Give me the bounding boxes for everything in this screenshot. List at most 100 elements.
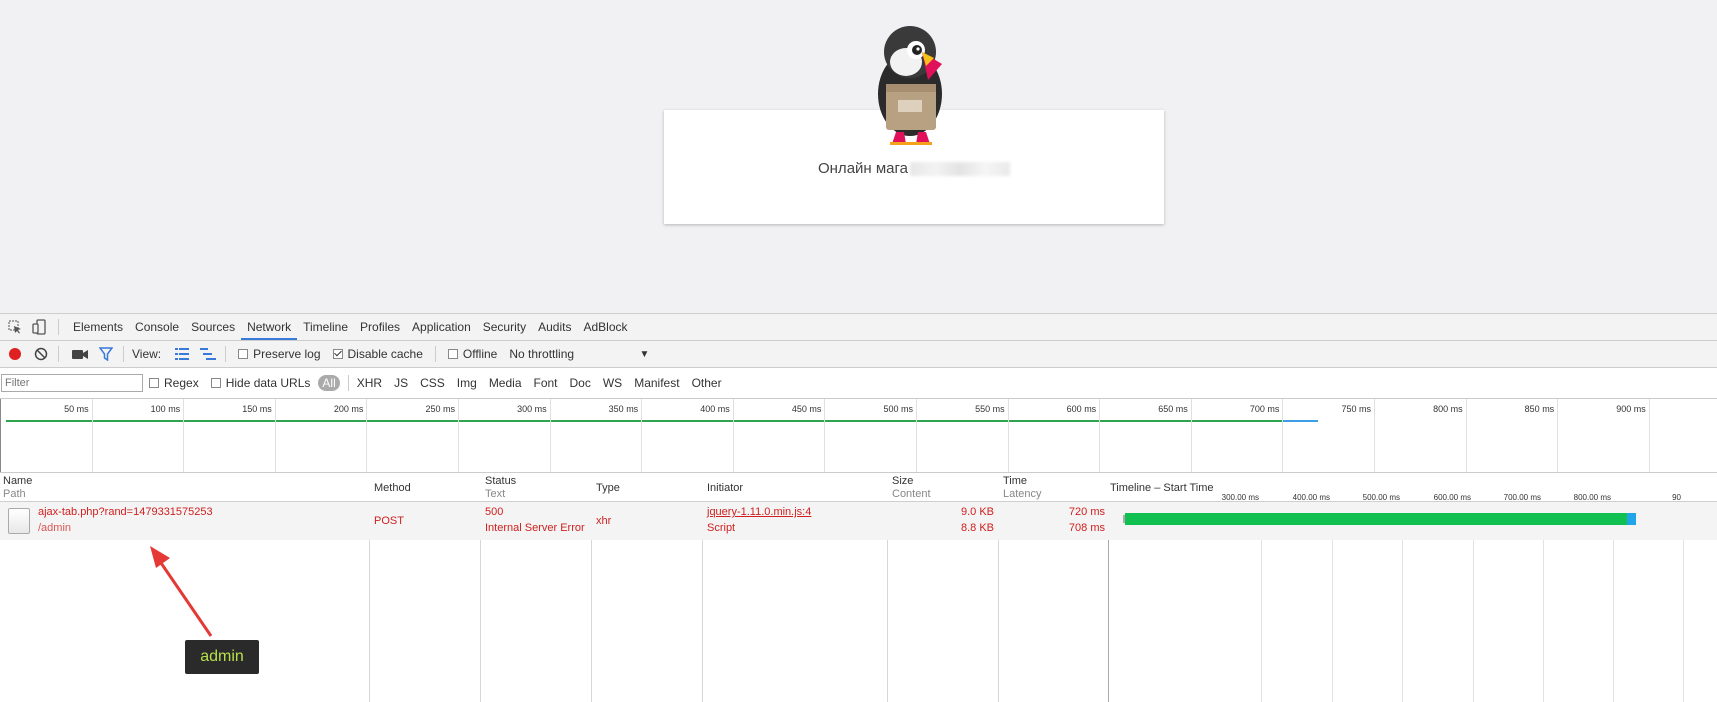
timeline-tick-label: 400.00 ms (1292, 493, 1330, 502)
tab-timeline[interactable]: Timeline (297, 314, 354, 340)
column-header-time[interactable]: Time Latency (1003, 475, 1042, 501)
type-filter-all[interactable]: All (318, 375, 340, 391)
hide-data-urls-checkbox[interactable]: Hide data URLs (210, 376, 311, 390)
tab-elements[interactable]: Elements (67, 314, 129, 340)
overview-tick-label: 650 ms (1158, 404, 1188, 414)
clear-button[interactable] (30, 343, 52, 365)
overview-tick-label: 200 ms (333, 404, 364, 414)
overview-gridline (1557, 399, 1559, 472)
request-initiator-link[interactable]: jquery-1.11.0.min.js:4 (707, 504, 811, 520)
preserve-log-label: Preserve log (253, 347, 321, 361)
overview-toggle[interactable] (197, 343, 219, 365)
tab-security[interactable]: Security (477, 314, 532, 340)
column-size-label: Size (892, 475, 914, 487)
overview-tick-label: 150 ms (242, 404, 272, 414)
network-overview[interactable]: 50 ms 100 ms 150 ms 200 ms 250 ms 300 ms 350 m… (0, 399, 1717, 473)
column-header-size[interactable]: Size Content (892, 475, 931, 501)
request-name[interactable]: ajax-tab.php?rand=1479331575253 (38, 504, 213, 520)
offline-check[interactable] (447, 349, 458, 359)
tab-sources[interactable]: Sources (185, 314, 241, 340)
regex-checkbox[interactable]: Regex (149, 376, 199, 390)
tab-console[interactable]: Console (129, 314, 185, 340)
tab-adblock[interactable]: AdBlock (577, 314, 633, 340)
disable-cache-check[interactable] (332, 349, 343, 359)
overview-gridline (1099, 399, 1101, 472)
request-status-text: Internal Server Error (485, 522, 585, 534)
offline-checkbox[interactable]: Offline (447, 347, 498, 361)
type-filter-manifest[interactable]: Manifest (634, 376, 679, 390)
toolbar-separator (58, 346, 59, 362)
column-header-type[interactable]: Type (596, 482, 620, 495)
column-header-status[interactable]: Status Text (485, 475, 516, 501)
table-row[interactable]: ajax-tab.php?rand=1479331575253 /admin P… (0, 502, 1717, 540)
throttling-value: No throttling (509, 347, 575, 361)
overview-gridline (1648, 399, 1650, 472)
type-filter-js[interactable]: JS (394, 376, 408, 390)
preserve-log-check[interactable] (238, 349, 249, 359)
filter-toggle-button[interactable] (95, 343, 117, 365)
tab-network[interactable]: Network (241, 314, 298, 340)
overview-gridline (641, 399, 643, 472)
overview-gridline (458, 399, 459, 472)
timeline-tick-label: 90 (1672, 493, 1681, 502)
tabbar-separator (58, 319, 59, 335)
regex-label: Regex (164, 376, 199, 390)
tab-audits[interactable]: Audits (532, 314, 577, 340)
overview-tick-label: 400 ms (700, 404, 730, 414)
prestashop-puffin-logo (878, 26, 942, 145)
overview-tick-label: 250 ms (425, 404, 455, 414)
request-latency: 708 ms (1068, 522, 1105, 534)
clear-icon (34, 347, 48, 361)
overview-tick-label: 700 ms (1249, 404, 1280, 414)
overview-tick-label: 350 ms (608, 404, 639, 414)
throttling-select[interactable]: No throttling ▼ (509, 347, 649, 361)
tab-application[interactable]: Application (406, 314, 477, 340)
column-header-method[interactable]: Method (374, 482, 411, 495)
disable-cache-checkbox[interactable]: Disable cache (332, 347, 423, 361)
network-toolbar: View: Preserve log Disable cache Offline… (0, 341, 1717, 368)
device-mode-icon[interactable] (30, 318, 48, 336)
request-type: xhr (596, 515, 612, 527)
column-header-initiator[interactable]: Initiator (707, 482, 743, 495)
overview-gridline (549, 399, 551, 472)
type-filter-other[interactable]: Other (692, 376, 722, 390)
regex-check[interactable] (149, 378, 159, 388)
type-filter-font[interactable]: Font (534, 376, 558, 390)
hide-data-urls-label: Hide data URLs (225, 376, 311, 390)
type-filter-css[interactable]: CSS (420, 376, 445, 390)
tab-profiles[interactable]: Profiles (354, 314, 406, 340)
request-content-size: 8.8 KB (960, 522, 994, 534)
type-filter-img[interactable]: Img (457, 376, 477, 390)
request-time: 720 ms (1068, 506, 1105, 518)
record-button[interactable] (4, 343, 26, 365)
request-path: /admin (38, 522, 72, 534)
column-header-timeline[interactable]: Timeline – Start Time (1110, 482, 1214, 495)
toolbar-separator (434, 346, 436, 362)
filter-separator (347, 375, 349, 391)
offline-label: Offline (462, 347, 498, 361)
overview-tick-label: 550 ms (975, 404, 1005, 414)
inspect-element-icon[interactable] (6, 318, 24, 336)
column-header-name[interactable]: Name Path (3, 475, 32, 501)
overview-blue-line (1282, 420, 1318, 422)
overview-gridline (366, 399, 368, 472)
hide-data-urls-check[interactable] (210, 378, 221, 388)
type-filter-xhr[interactable]: XHR (357, 376, 382, 390)
overview-tick-label: 800 ms (1433, 404, 1463, 414)
page-viewport: Онлайн мага (0, 0, 1717, 313)
overview-tick-label: 750 ms (1341, 404, 1371, 414)
filter-input[interactable] (1, 374, 143, 392)
column-time-label: Time (1003, 475, 1028, 487)
type-filter-media[interactable]: Media (489, 376, 522, 390)
type-filter-ws[interactable]: WS (603, 376, 622, 390)
request-initiator-type: Script (707, 522, 736, 534)
capture-screenshots-button[interactable] (69, 343, 91, 365)
overview-tick-label: 500 ms (883, 404, 913, 414)
overview-tick-label: 95 (1687, 404, 1717, 414)
overview-gridline (1465, 399, 1467, 472)
large-rows-toggle[interactable] (171, 343, 193, 365)
overview-gridline (732, 399, 734, 472)
preserve-log-checkbox[interactable]: Preserve log (238, 347, 321, 361)
type-filter-doc[interactable]: Doc (570, 376, 591, 390)
column-text-label: Text (485, 488, 506, 500)
